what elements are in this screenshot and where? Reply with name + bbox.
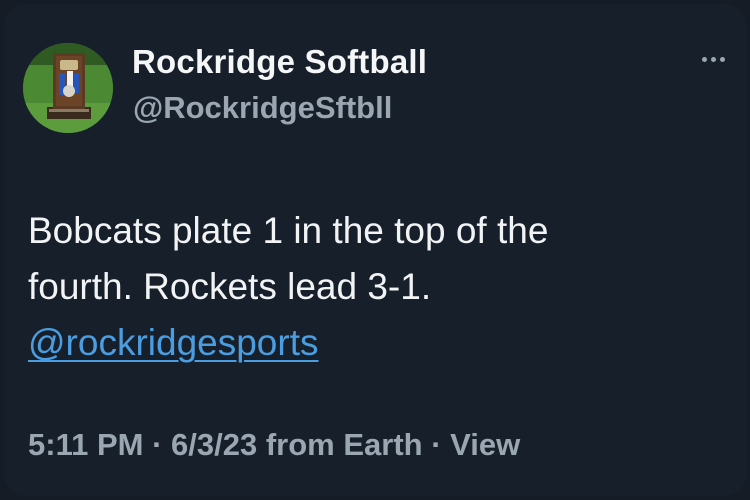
meta-separator: · xyxy=(422,427,451,462)
tweet-date[interactable]: 6/3/23 xyxy=(171,427,257,462)
view-link[interactable]: View xyxy=(450,427,520,462)
mention-line: @rockridgesports xyxy=(28,315,718,371)
more-horizontal-icon-dot xyxy=(710,56,716,62)
tweet-meta: 5:11 PM · 6/3/23 from Earth · View xyxy=(28,427,520,463)
mention-link[interactable]: @rockridgesports xyxy=(28,322,319,363)
more-options-button[interactable] xyxy=(691,44,735,74)
tweet-text-line: Bobcats plate 1 in the top of the xyxy=(28,210,549,251)
profile-avatar[interactable] xyxy=(23,43,113,133)
tweet-text: Bobcats plate 1 in the top of the fourth… xyxy=(28,203,718,371)
user-handle[interactable]: @RockridgeSftbll xyxy=(133,90,392,126)
more-horizontal-icon-dot xyxy=(719,56,725,62)
tweet-text-line: fourth. Rockets lead 3-1. xyxy=(28,266,432,307)
tweet-card: Rockridge Softball @RockridgeSftbll Bobc… xyxy=(4,4,746,496)
display-name[interactable]: Rockridge Softball xyxy=(132,43,427,81)
meta-separator: · xyxy=(143,427,172,462)
tweet-source: from Earth xyxy=(257,427,423,462)
tweet-time[interactable]: 5:11 PM xyxy=(28,427,143,462)
trophy-avatar-icon xyxy=(23,43,113,133)
more-horizontal-icon xyxy=(701,56,707,62)
